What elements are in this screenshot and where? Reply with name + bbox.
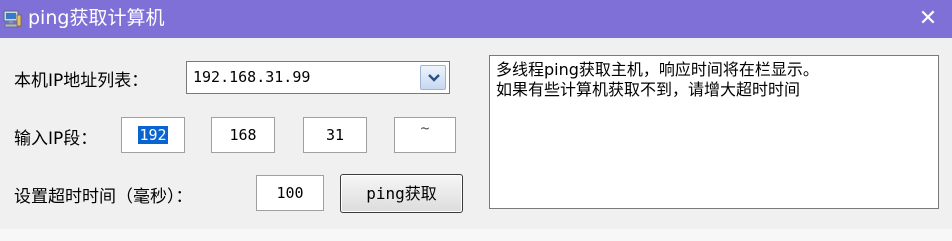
window-title: ping获取计算机 [28,7,165,29]
ip-octet-1-input[interactable]: 192 [121,117,185,153]
timeout-label: 设置超时时间（毫秒）： [14,187,193,207]
bottom-edge [0,229,952,241]
ip-range-end-input[interactable]: ~ [394,117,456,153]
ping-fetch-button[interactable]: ping获取 [340,174,463,213]
title-bar[interactable]: ping获取计算机 ✕ [0,0,952,38]
ip-octet-2-input[interactable]: 168 [211,117,275,153]
ip-octet-1-value: 192 [138,126,168,144]
output-line-1: 多线程ping获取主机，响应时间将在栏显示。 [496,60,819,79]
ip-octet-3-input[interactable]: 31 [303,117,367,153]
dropdown-button[interactable] [420,65,446,90]
computer-icon [2,9,22,29]
ip-segment-label: 输入IP段： [14,129,98,149]
timeout-input[interactable]: 100 [256,175,324,211]
app-window: ping获取计算机 ✕ 本机IP地址列表： 192.168.31.99 输入IP… [0,0,952,241]
output-line-2: 如果有些计算机获取不到，请增大超时时间 [496,80,801,99]
close-icon[interactable]: ✕ [914,6,942,32]
ip-list-dropdown[interactable]: 192.168.31.99 [186,61,450,94]
ip-list-label: 本机IP地址列表： [14,71,149,91]
ip-list-selected-value: 192.168.31.99 [193,68,311,86]
output-textbox[interactable]: 多线程ping获取主机，响应时间将在栏显示。 如果有些计算机获取不到，请增大超时… [489,55,939,209]
